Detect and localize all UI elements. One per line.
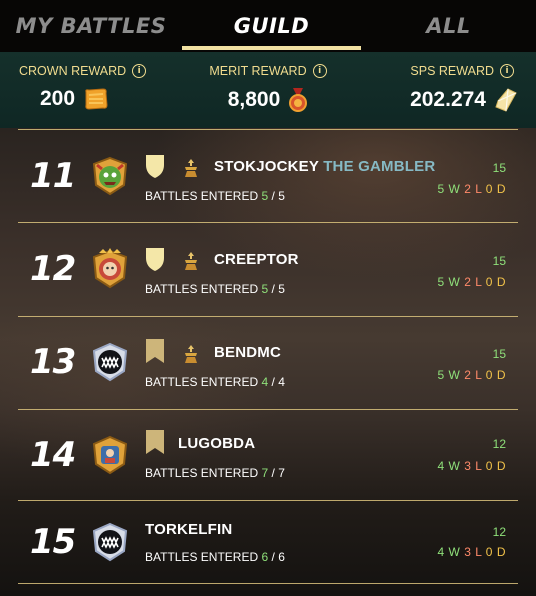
battles-entered: BATTLES ENTERED 7 / 7	[145, 466, 285, 480]
score-value: 12	[492, 525, 506, 539]
rank-number: 15	[30, 522, 76, 562]
tab-all[interactable]: ALL	[361, 0, 536, 52]
merit-reward-value: 8,800	[227, 88, 281, 111]
merit-info-icon[interactable]: i	[312, 64, 327, 78]
leaderboard-row[interactable]: 12 CREEPTOR BATTLES ENTERED 5 / 5 15 5 W	[0, 223, 536, 315]
player-name[interactable]: CREEPTOR	[214, 251, 299, 268]
leaderboard-row[interactable]: 11 STOKJOCKEY THE GAMBLER BATTLES ENTERE…	[0, 130, 536, 222]
crown-info-icon[interactable]: i	[132, 64, 147, 78]
merit-medal-icon	[289, 88, 308, 112]
win-loss-draw: 4 W 3 L 0 D	[437, 545, 506, 559]
rank-number: 14	[30, 435, 76, 475]
score-value: 15	[492, 161, 506, 175]
sps-reward-value: 202.274	[410, 88, 486, 111]
score-value: 15	[492, 347, 506, 361]
rank-number: 11	[30, 156, 76, 196]
crown-reward-label: CROWN REWARD	[19, 64, 127, 78]
battles-entered: BATTLES ENTERED 5 / 5	[145, 282, 285, 296]
active-tab-indicator	[182, 46, 361, 50]
player-name[interactable]: LUGOBDA	[178, 435, 255, 452]
sps-reward-label: SPS REWARD	[410, 64, 494, 78]
shield-badge-icon	[146, 248, 164, 271]
row-divider	[18, 583, 518, 584]
win-loss-draw: 5 W 2 L 0 D	[437, 182, 506, 196]
win-loss-draw: 5 W 2 L 0 D	[437, 368, 506, 382]
leaderboard-tabs: MY BATTLES GUILD ALL	[0, 0, 536, 52]
player-name[interactable]: TORKELFIN	[145, 521, 232, 538]
orc-guild-avatar	[92, 156, 128, 196]
score-value: 15	[492, 254, 506, 268]
crown-reward-value: 200	[40, 87, 76, 110]
guild-leaderboard: 11 STOKJOCKEY THE GAMBLER BATTLES ENTERE…	[0, 128, 536, 596]
battles-entered: BATTLES ENTERED 4 / 4	[145, 375, 285, 389]
win-loss-draw: 4 W 3 L 0 D	[437, 459, 506, 473]
win-loss-draw: 5 W 2 L 0 D	[437, 275, 506, 289]
king-guild-avatar	[92, 248, 128, 289]
leaderboard-row[interactable]: 15 TORKELFIN BATTLES ENTERED 6 / 6 12 4 …	[0, 501, 536, 583]
shield-guild-avatar	[92, 435, 128, 475]
rank-number: 12	[30, 249, 76, 289]
battles-entered: BATTLES ENTERED 6 / 6	[145, 550, 285, 564]
merit-reward-label: MERIT REWARD	[209, 64, 307, 78]
leaderboard-row[interactable]: 14 LUGOBDA BATTLES ENTERED 7 / 7 12 4 W …	[0, 410, 536, 500]
guild-rank-icon	[185, 252, 197, 270]
shield-badge-icon	[146, 155, 164, 178]
player-name[interactable]: BENDMC	[214, 344, 281, 361]
tab-my-battles[interactable]: MY BATTLES	[0, 0, 182, 52]
leaderboard-row[interactable]: 13 BENDMC BATTLES ENTERED 4 / 4 15 5 W 2…	[0, 317, 536, 409]
sps-info-icon[interactable]: i	[500, 64, 514, 78]
sps-reward: SPS REWARD i 202.274	[356, 52, 536, 128]
player-title: THE GAMBLER	[323, 158, 436, 175]
battles-entered: BATTLES ENTERED 5 / 5	[145, 189, 285, 203]
tab-guild[interactable]: GUILD	[182, 0, 361, 52]
guild-rank-icon	[185, 159, 197, 177]
crown-token-icon	[85, 88, 108, 110]
monster-mouth-avatar	[92, 342, 128, 382]
rank-number: 13	[30, 342, 76, 382]
merit-reward: MERIT REWARD i 8,800	[180, 52, 356, 128]
sps-crystal-icon	[495, 88, 517, 112]
rewards-bar: CROWN REWARD i 200 MERIT REWARD i 8,800	[0, 52, 536, 128]
banner-badge-icon	[146, 430, 164, 454]
crown-reward: CROWN REWARD i 200	[0, 52, 180, 128]
player-name[interactable]: STOKJOCKEY	[214, 158, 319, 175]
banner-badge-icon	[146, 339, 164, 363]
monster-mouth-avatar	[92, 522, 128, 562]
score-value: 12	[492, 437, 506, 451]
guild-rank-icon	[185, 345, 197, 363]
